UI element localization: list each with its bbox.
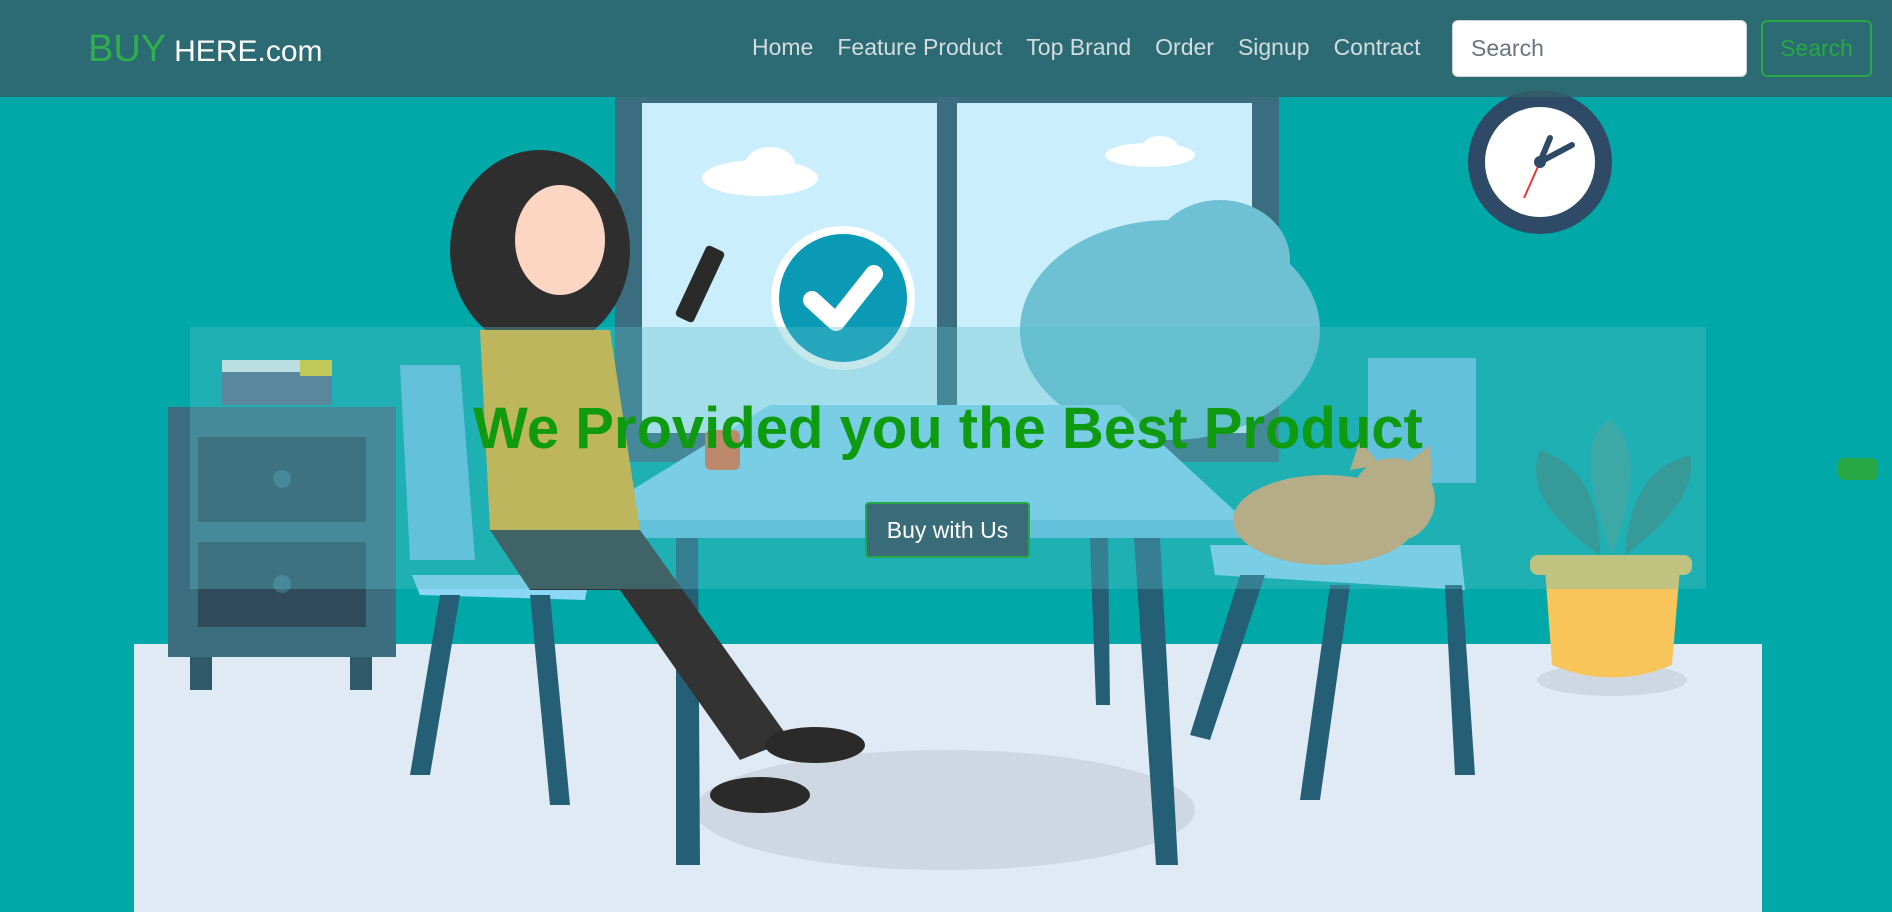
nav-signup[interactable]: Signup: [1238, 34, 1310, 61]
buy-with-us-button[interactable]: Buy with Us: [865, 502, 1030, 558]
nav-home[interactable]: Home: [752, 34, 813, 61]
nav-top-brand[interactable]: Top Brand: [1026, 34, 1131, 61]
brand-name: HERE.com: [174, 35, 323, 68]
nav-order[interactable]: Order: [1155, 34, 1214, 61]
nav-links: Home Feature Product Top Brand Order Sig…: [740, 34, 1433, 61]
side-indicator[interactable]: [1838, 458, 1878, 480]
clock-icon: [1468, 90, 1612, 234]
brand-logo[interactable]: BUY HERE.com: [88, 28, 323, 71]
nav-contract[interactable]: Contract: [1334, 34, 1421, 61]
search-input[interactable]: [1452, 20, 1747, 77]
hero-headline: We Provided you the Best Product: [473, 396, 1423, 461]
brand-highlight: BUY: [88, 28, 167, 70]
nav-feature-product[interactable]: Feature Product: [837, 34, 1002, 61]
navbar: BUY HERE.com Home Feature Product Top Br…: [0, 0, 1892, 97]
search-button[interactable]: Search: [1761, 20, 1872, 77]
